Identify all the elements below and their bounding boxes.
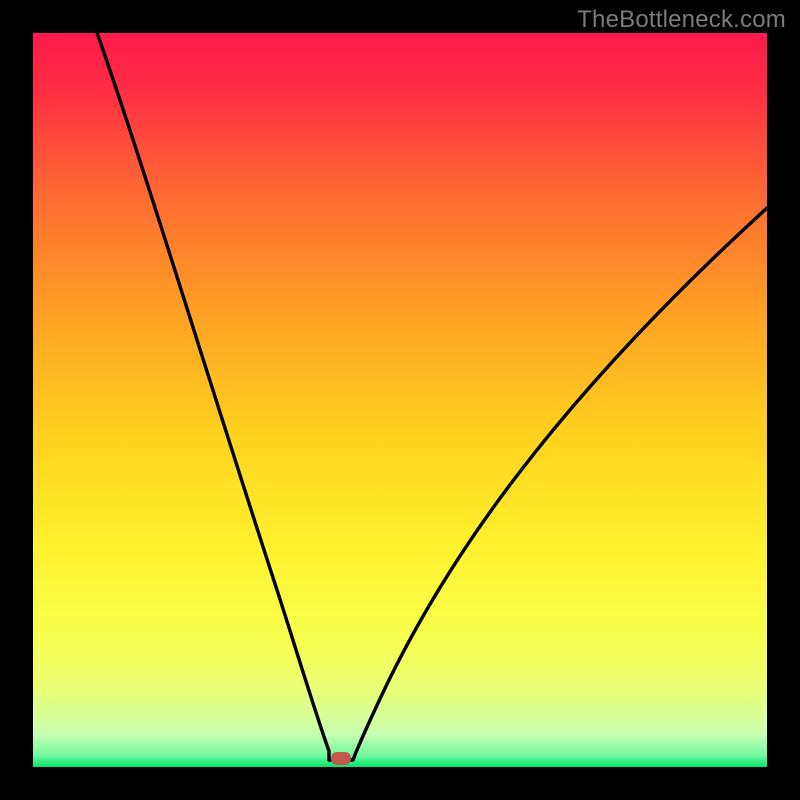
optimal-marker bbox=[331, 752, 351, 765]
chart-frame: TheBottleneck.com bbox=[0, 0, 800, 800]
chart-plot-area bbox=[33, 33, 767, 767]
chart-svg bbox=[33, 33, 767, 767]
watermark-text: TheBottleneck.com bbox=[577, 6, 786, 34]
